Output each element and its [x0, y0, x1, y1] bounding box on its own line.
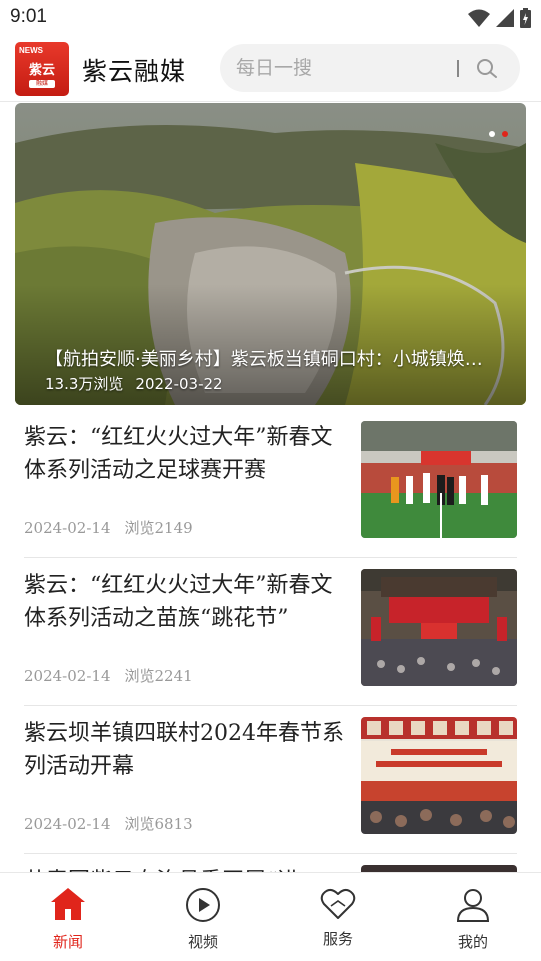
banner-caption[interactable]: 【航拍安顺·美丽乡村】紫云板当镇硐口村：小城镇焕新颜 [45, 345, 495, 371]
news-views: 浏览2149 [124, 519, 193, 537]
status-icons [468, 8, 531, 28]
news-thumbnail-banner[interactable] [361, 717, 517, 834]
nav-label: 视频 [187, 933, 218, 951]
news-thumbnail-stage[interactable] [361, 569, 517, 686]
app-header: NEWS 紫云 融媒 紫云融媒 [0, 36, 541, 102]
news-thumbnail-football[interactable] [361, 421, 517, 538]
nav-label: 新闻 [52, 933, 83, 951]
search-icon[interactable] [475, 56, 499, 80]
battery-icon [520, 8, 531, 28]
nav-tab-video[interactable]: 视频 [153, 873, 253, 961]
logo-sub: 融媒 [29, 80, 55, 88]
news-date: 2024-02-14 [24, 667, 111, 685]
news-meta: 2024-02-14 浏览2149 [24, 517, 193, 538]
search-divider [457, 60, 459, 77]
status-bar: 9:01 [0, 0, 541, 36]
banner-carousel[interactable]: 【航拍安顺·美丽乡村】紫云板当镇硐口村：小城镇焕新颜 13.3万浏览 2022-0… [15, 103, 526, 405]
home-icon [51, 888, 85, 920]
app-logo: NEWS 紫云 融媒 [15, 42, 69, 96]
news-views: 浏览2241 [124, 667, 193, 685]
app-title: 紫云融媒 [82, 57, 187, 86]
carousel-dot[interactable] [489, 131, 495, 137]
news-views: 浏览6813 [124, 815, 193, 833]
nav-label: 服务 [322, 930, 353, 948]
user-icon [456, 889, 490, 922]
news-title[interactable]: 紫云：“红红火火过大年”新春文体系列活动之苗族“跳花节” [24, 569, 346, 635]
search-input[interactable] [236, 44, 451, 92]
wifi-icon [468, 9, 490, 27]
carousel-dot-active[interactable] [502, 131, 508, 137]
nav-label: 我的 [457, 933, 488, 951]
cell-signal-icon [496, 9, 514, 27]
carousel-dots [489, 131, 508, 137]
news-item[interactable]: 紫云：“红红火火过大年”新春文体系列活动之苗族“跳花节” 2024-02-14 浏… [24, 569, 517, 706]
nav-tab-news[interactable]: 新闻 [18, 873, 118, 961]
banner-date: 2022-03-22 [135, 375, 223, 393]
bottom-navigation: 新闻 视频 服务 我的 [0, 872, 541, 961]
search-box[interactable] [220, 44, 520, 92]
news-item[interactable]: 紫云坝羊镇四联村2024年春节系列活动开幕 2024-02-14 浏览6813 [24, 717, 517, 854]
news-item[interactable]: 紫云：“红红火火过大年”新春文体系列活动之足球赛开赛 2024-02-14 浏览2… [24, 421, 517, 558]
heart-icon [320, 888, 356, 919]
banner-views: 13.3万浏览 [45, 375, 124, 393]
news-date: 2024-02-14 [24, 815, 111, 833]
news-meta: 2024-02-14 浏览6813 [24, 813, 193, 834]
news-title[interactable]: 紫云坝羊镇四联村2024年春节系列活动开幕 [24, 717, 346, 783]
news-date: 2024-02-14 [24, 519, 111, 537]
status-time: 9:01 [10, 6, 47, 27]
banner-meta: 13.3万浏览 2022-03-22 [45, 373, 223, 394]
nav-tab-me[interactable]: 我的 [423, 873, 523, 961]
news-title[interactable]: 紫云：“红红火火过大年”新春文体系列活动之足球赛开赛 [24, 421, 346, 487]
nav-tab-service[interactable]: 服务 [288, 873, 388, 961]
news-meta: 2024-02-14 浏览2241 [24, 665, 193, 686]
logo-tag: NEWS [19, 46, 43, 55]
logo-main: 紫云 [28, 63, 55, 78]
play-icon [186, 888, 220, 922]
